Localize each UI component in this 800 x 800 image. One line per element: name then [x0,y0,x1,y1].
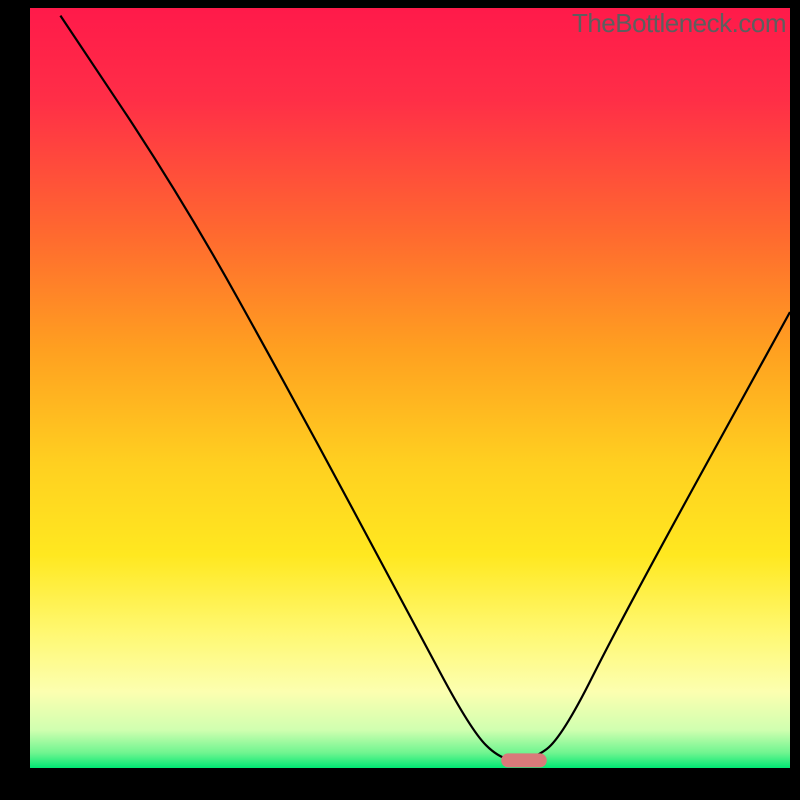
bottleneck-chart [0,0,800,800]
optimal-marker [501,753,547,767]
chart-svg [0,0,800,800]
chart-plot-area [30,8,790,768]
watermark-text: TheBottleneck.com [572,8,786,39]
